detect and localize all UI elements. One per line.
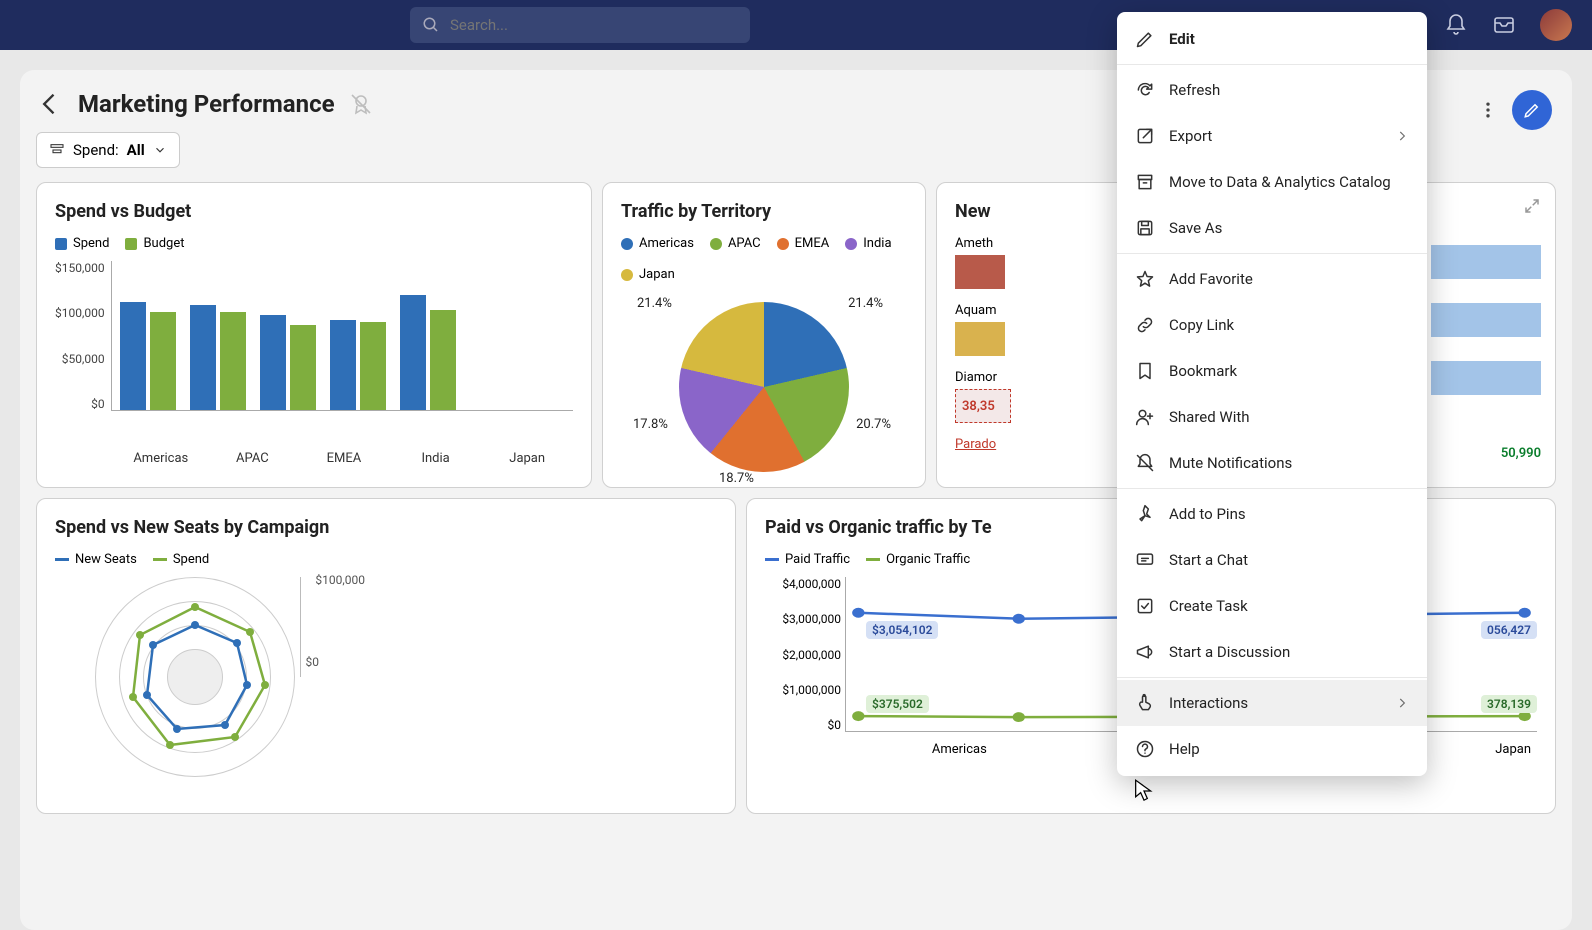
menu-item-help[interactable]: Help: [1117, 726, 1427, 772]
inbox-icon[interactable]: [1492, 13, 1516, 37]
pie-chart: 21.4% 21.4% 20.7% 18.7% 17.8%: [679, 302, 849, 472]
menu-item-bookmark[interactable]: Bookmark: [1117, 348, 1427, 394]
bell-off-icon: [1135, 453, 1155, 473]
menu-item-label: Bookmark: [1169, 362, 1237, 380]
external-icon: [1135, 126, 1155, 146]
menu-item-interactions[interactable]: Interactions: [1117, 680, 1427, 726]
back-arrow-icon[interactable]: [36, 90, 64, 118]
pin-icon: [1135, 504, 1155, 524]
menu-item-label: Add Favorite: [1169, 270, 1253, 288]
menu-item-label: Create Task: [1169, 597, 1248, 615]
card-traffic-territory: Traffic by Territory Americas APAC EMEA …: [602, 182, 926, 488]
avatar[interactable]: [1540, 9, 1572, 41]
menu-item-label: Interactions: [1169, 694, 1248, 712]
more-icon[interactable]: [1478, 100, 1498, 120]
menu-item-label: Refresh: [1169, 81, 1220, 99]
save-icon: [1135, 218, 1155, 238]
menu-item-mute[interactable]: Mute Notifications: [1117, 440, 1427, 486]
spend-filter[interactable]: Spend: All: [36, 132, 180, 168]
menu-item-saveas[interactable]: Save As: [1117, 205, 1427, 251]
legend: Spend Budget: [55, 236, 573, 251]
actions-menu: Edit Refresh Export Move to Data & Analytic…: [1117, 12, 1427, 776]
page-title: Marketing Performance: [78, 90, 335, 118]
menu-item-label: Save As: [1169, 219, 1222, 237]
menu-item-chat[interactable]: Start a Chat: [1117, 537, 1427, 583]
menu-item-copylink[interactable]: Copy Link: [1117, 302, 1427, 348]
bell-icon[interactable]: [1444, 13, 1468, 37]
menu-item-label: Edit: [1169, 30, 1195, 48]
link-icon: [1135, 315, 1155, 335]
card-title: Spend vs New Seats by Campaign: [55, 517, 717, 538]
menu-item-export[interactable]: Export: [1117, 113, 1427, 159]
menu-item-label: Export: [1169, 127, 1212, 145]
menu-item-label: Add to Pins: [1169, 505, 1246, 523]
refresh-icon: [1135, 80, 1155, 100]
menu-item-refresh[interactable]: Refresh: [1117, 67, 1427, 113]
pencil-icon: [1523, 101, 1541, 119]
radar-chart: $100,000 $0: [95, 577, 295, 777]
search-icon: [422, 16, 440, 34]
menu-item-move[interactable]: Move to Data & Analytics Catalog: [1117, 159, 1427, 205]
card-spend-vs-budget: Spend vs Budget Spend Budget $150,000 $1…: [36, 182, 592, 488]
filter-icon: [49, 142, 65, 158]
expand-icon[interactable]: [1523, 197, 1541, 215]
bookmark-icon: [1135, 361, 1155, 381]
x-axis: Americas APAC EMEA India Japan: [55, 451, 573, 466]
award-off-icon: [349, 92, 373, 116]
archive-icon: [1135, 172, 1155, 192]
menu-item-edit[interactable]: Edit: [1117, 16, 1427, 62]
menu-item-label: Mute Notifications: [1169, 454, 1292, 472]
menu-item-label: Shared With: [1169, 408, 1250, 426]
bar-plot: [111, 261, 573, 411]
check-square-icon: [1135, 596, 1155, 616]
menu-item-label: Start a Discussion: [1169, 643, 1290, 661]
person-plus-icon: [1135, 407, 1155, 427]
menu-item-discuss[interactable]: Start a Discussion: [1117, 629, 1427, 675]
chevron-right-icon: [1395, 696, 1409, 710]
filter-prefix: Spend:: [73, 141, 119, 159]
search-box[interactable]: [410, 7, 750, 43]
y-axis: $150,000 $100,000 $50,000 $0: [55, 261, 111, 411]
card-title: Traffic by Territory: [621, 201, 907, 222]
megaphone-icon: [1135, 642, 1155, 662]
menu-item-label: Copy Link: [1169, 316, 1234, 334]
filter-value: All: [127, 141, 145, 159]
pencil-icon: [1135, 29, 1155, 49]
chat-icon: [1135, 550, 1155, 570]
menu-item-label: Move to Data & Analytics Catalog: [1169, 173, 1391, 191]
chevron-down-icon: [153, 143, 167, 157]
menu-item-pin[interactable]: Add to Pins: [1117, 491, 1427, 537]
menu-item-fav[interactable]: Add Favorite: [1117, 256, 1427, 302]
star-icon: [1135, 269, 1155, 289]
menu-item-label: Help: [1169, 740, 1200, 758]
card-title: Spend vs Budget: [55, 201, 573, 222]
menu-item-shared[interactable]: Shared With: [1117, 394, 1427, 440]
search-input[interactable]: [450, 16, 738, 34]
chevron-right-icon: [1395, 129, 1409, 143]
help-icon: [1135, 739, 1155, 759]
menu-item-label: Start a Chat: [1169, 551, 1248, 569]
touch-icon: [1135, 693, 1155, 713]
edit-button[interactable]: [1512, 90, 1552, 130]
menu-item-task[interactable]: Create Task: [1117, 583, 1427, 629]
card-spend-new-seats-campaign: Spend vs New Seats by Campaign New Seats…: [36, 498, 736, 814]
